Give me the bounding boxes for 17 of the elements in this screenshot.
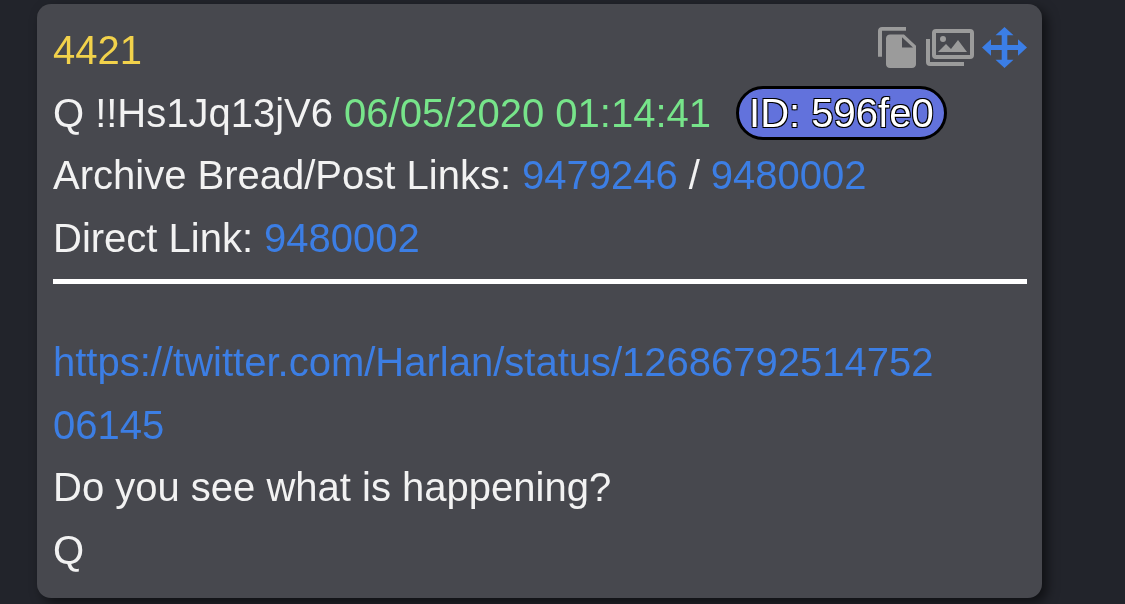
post-text: Do you see what is happening? [53,464,613,511]
archive-links-label: Archive Bread/Post Links: [53,152,511,199]
tweet-link[interactable]: https://twitter.com/Harlan/status/1268679251475206145 [53,331,943,456]
direct-link-label: Direct Link: [53,214,254,262]
link-separator: / [688,152,700,199]
post-link[interactable]: 9480002 [710,144,867,207]
poster-id-badge: ID: 596fe0 [736,85,947,140]
tripcode: !!Hs1Jq13jV6 [95,89,334,137]
post-number: 4421 [53,27,142,74]
images-icon[interactable] [926,29,974,66]
post-timestamp: 06/05/2020 01:14:41 [344,89,712,137]
move-icon[interactable] [982,27,1027,68]
poster-name: Q [53,89,85,137]
copy-icon[interactable] [878,27,918,68]
bread-link[interactable]: 9479246 [522,144,678,207]
post-text: Q [53,526,86,574]
direct-link[interactable]: 9480002 [264,206,420,269]
